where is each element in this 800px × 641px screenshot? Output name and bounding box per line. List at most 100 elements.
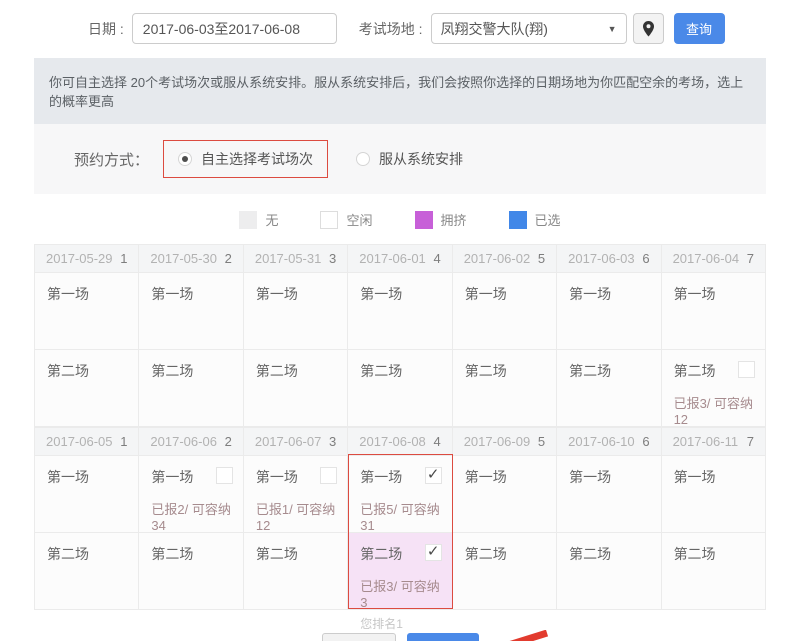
checkbox-unchecked-icon[interactable] <box>216 467 233 484</box>
header-day-number: 2 <box>225 251 232 266</box>
header-date: 2017-06-05 <box>46 434 113 449</box>
session-cell[interactable]: 第一场已报2/ 可容纳34您排名1 <box>139 456 243 533</box>
search-button[interactable]: 查询 <box>674 13 725 44</box>
session-cell[interactable]: 第二场 <box>35 350 139 427</box>
legend: 无 空闲 拥挤 已选 <box>34 194 766 244</box>
date-header-cell: 2017-06-01 4 <box>348 245 452 273</box>
next-step-button[interactable]: 下一步 <box>407 633 479 641</box>
capacity-info: 已报5/ 可容纳31 <box>360 499 441 533</box>
session-cell[interactable]: 第二场 <box>662 533 766 610</box>
session-cell[interactable]: 第二场 <box>244 350 348 427</box>
session-cell-top: 第一场 <box>569 284 650 304</box>
legend-item: 已选 <box>509 210 561 229</box>
date-header-cell: 2017-06-106 <box>557 428 661 456</box>
session-cell[interactable]: 第一场✓已报5/ 可容纳31您排名1 <box>348 456 452 533</box>
date-range-input[interactable] <box>132 13 337 44</box>
legend-item: 无 <box>239 210 278 229</box>
header-date: 2017-06-09 <box>464 434 531 449</box>
header-day-number: 3 <box>329 251 336 266</box>
session-cell-top: 第二场 <box>47 544 128 564</box>
legend-item: 拥挤 <box>415 210 467 229</box>
session-cell[interactable]: 第一场 <box>453 456 557 533</box>
header-day-number: 5 <box>538 251 545 266</box>
legend-item: 空闲 <box>320 210 372 229</box>
session-cell-top: 第一场 <box>47 467 128 487</box>
session-cell-top: 第二场 <box>256 361 337 381</box>
session-cell[interactable]: 第一场 <box>453 273 557 350</box>
session-cell[interactable]: 第一场 <box>35 273 139 350</box>
capacity-info: 已报2/ 可容纳34 <box>151 499 232 533</box>
radio-selected-icon[interactable] <box>178 152 192 166</box>
header-date: 2017-06-02 <box>464 251 531 266</box>
checkbox-unchecked-icon[interactable] <box>738 361 755 378</box>
calendar: 2017-05-2912017-05-3022017-05-3132017-06… <box>34 244 766 610</box>
session-title: 第二场 <box>674 361 716 381</box>
option-system-arrange[interactable]: 服从系统安排 <box>356 149 463 169</box>
session-title: 第一场 <box>256 284 298 304</box>
session-title: 第二场 <box>360 361 402 381</box>
legend-label: 空闲 <box>346 210 372 229</box>
session-cell[interactable]: 第二场已报3/ 可容纳12您排名1 <box>662 350 766 427</box>
capacity-info: 已报3/ 可容纳12 <box>674 393 755 427</box>
session-cell[interactable]: 第一场 <box>662 456 766 533</box>
radio-unselected-icon[interactable] <box>356 152 370 166</box>
header-day-number: 7 <box>747 434 754 449</box>
session-cell[interactable]: 第二场 <box>139 350 243 427</box>
legend-label: 已选 <box>535 210 561 229</box>
header-day-number: 3 <box>329 434 336 449</box>
session-title: 第二场 <box>465 361 507 381</box>
session-cell[interactable]: 第二场 <box>139 533 243 610</box>
session-cell[interactable]: 第一场 <box>139 273 243 350</box>
header-date: 2017-05-29 <box>46 251 113 266</box>
capacity-info: 已报1/ 可容纳12 <box>256 499 337 533</box>
session-cell[interactable]: 第一场 <box>557 273 661 350</box>
header-date: 2017-06-06 <box>150 434 217 449</box>
footer-actions: 上一步 下一步 <box>0 633 800 641</box>
header-day-number: 6 <box>642 434 649 449</box>
session-title: 第一场 <box>674 467 716 487</box>
session-title: 第一场 <box>360 467 402 487</box>
checkbox-checked-icon[interactable]: ✓ <box>425 467 442 484</box>
session-cell[interactable]: 第二场 <box>453 350 557 427</box>
location-button[interactable] <box>633 13 664 44</box>
date-label: 日期 : <box>88 19 124 39</box>
header-day-number: 6 <box>642 251 649 266</box>
session-cell[interactable]: 第二场 <box>348 350 452 427</box>
session-title: 第二场 <box>256 544 298 564</box>
header-date: 2017-06-03 <box>568 251 635 266</box>
map-pin-icon <box>642 21 655 37</box>
checkbox-unchecked-icon[interactable] <box>320 467 337 484</box>
date-header-cell: 2017-06-062 <box>139 428 243 456</box>
session-title: 第二场 <box>569 544 611 564</box>
session-cell[interactable]: 第二场 <box>35 533 139 610</box>
previous-step-button[interactable]: 上一步 <box>322 633 396 641</box>
session-cell-top: 第一场 <box>151 467 232 487</box>
session-cell-top: 第二场 <box>674 361 755 381</box>
session-cell[interactable]: 第二场 <box>557 350 661 427</box>
venue-select[interactable]: 凤翔交警大队(翔) ▼ <box>431 13 627 44</box>
checkbox-checked-icon[interactable]: ✓ <box>425 544 442 561</box>
header-day-number: 4 <box>433 251 440 266</box>
header-date: 2017-06-07 <box>255 434 322 449</box>
session-cell-top: 第一场 <box>569 467 650 487</box>
session-cell[interactable]: 第二场 <box>557 533 661 610</box>
header-date: 2017-06-01 <box>359 251 426 266</box>
session-cell[interactable]: 第一场 <box>662 273 766 350</box>
session-cell[interactable]: 第二场✓已报3/ 可容纳3您排名1 <box>348 533 452 610</box>
session-cell-top: 第一场 <box>151 284 232 304</box>
session-title: 第一场 <box>465 467 507 487</box>
session-cell[interactable]: 第二场 <box>453 533 557 610</box>
session-cell-top: 第一场 <box>674 467 755 487</box>
session-cell[interactable]: 第二场 <box>244 533 348 610</box>
session-cell-top: 第一场 <box>256 467 337 487</box>
session-cell[interactable]: 第一场 <box>35 456 139 533</box>
date-header-cell: 2017-05-29 1 <box>35 245 139 273</box>
option-self-select[interactable]: 自主选择考试场次 <box>163 140 328 178</box>
session-cell[interactable]: 第一场 <box>348 273 452 350</box>
session-cell[interactable]: 第一场 <box>557 456 661 533</box>
session-cell[interactable]: 第一场已报1/ 可容纳12您排名1 <box>244 456 348 533</box>
header-day-number: 1 <box>120 251 127 266</box>
session-cell-top: 第一场 <box>360 284 441 304</box>
session-cell[interactable]: 第一场 <box>244 273 348 350</box>
session-cell-top: 第二场 <box>465 361 546 381</box>
